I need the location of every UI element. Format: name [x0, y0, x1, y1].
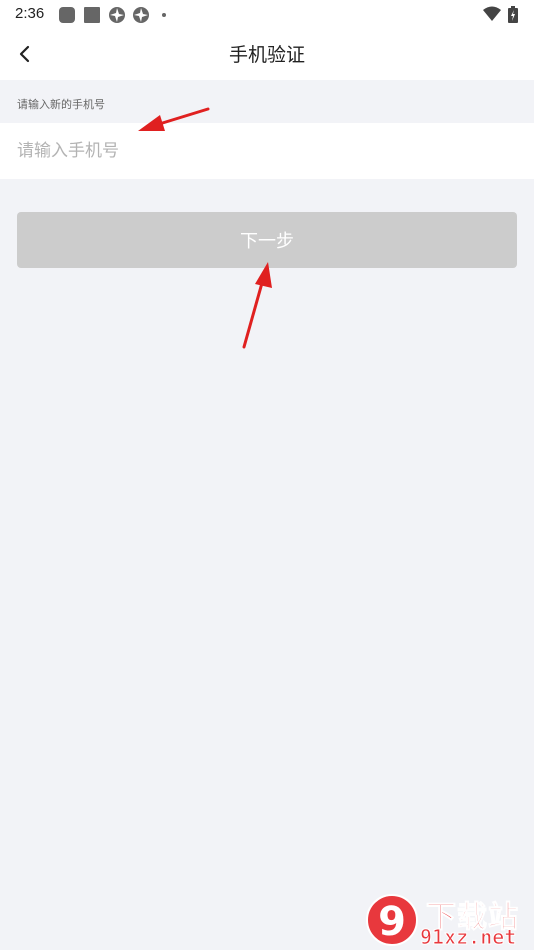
- wifi-icon: [483, 6, 501, 21]
- image-notification-icon: [84, 7, 100, 23]
- phone-input[interactable]: [17, 123, 517, 179]
- next-step-button[interactable]: 下一步: [17, 212, 517, 268]
- page-title: 手机验证: [228, 44, 305, 66]
- aperture-icon-2: [133, 7, 149, 23]
- status-bar: 2:36: [0, 0, 534, 28]
- status-time: 2:36: [15, 5, 45, 22]
- next-step-label: 下一步: [240, 231, 294, 252]
- phone-input-row: [0, 123, 534, 179]
- phone-hint-label: 请输入新的手机号: [17, 98, 105, 111]
- more-notifications-dot-icon: [162, 13, 166, 17]
- watermark-en-text: 91xz.net: [419, 925, 517, 950]
- nav-bar: 手机验证: [0, 28, 534, 80]
- watermark: 9 下载站 91xz.net: [358, 892, 534, 950]
- annotation-arrow-button: [242, 262, 272, 349]
- battery-icon: [508, 6, 518, 23]
- watermark-logo-icon: 9: [366, 894, 418, 946]
- app-notification-icon: [59, 7, 75, 23]
- aperture-icon: [109, 7, 125, 23]
- watermark-logo-text: 9: [378, 899, 406, 945]
